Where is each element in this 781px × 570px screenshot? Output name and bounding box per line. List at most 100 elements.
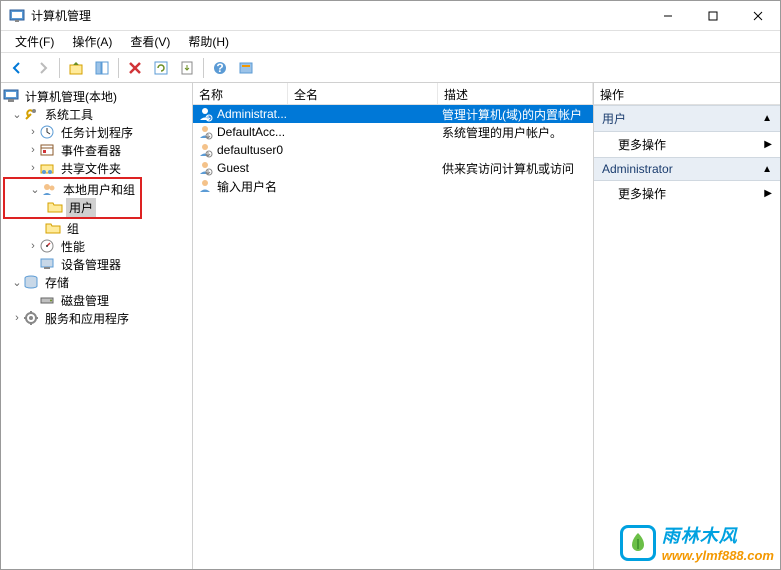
tools-icon <box>23 106 39 122</box>
list-header: 名称 全名 描述 <box>193 83 593 105</box>
col-name[interactable]: 名称 <box>193 83 288 104</box>
watermark-cn: 雨林木风 <box>662 522 774 548</box>
tree-storage[interactable]: ⌄ 存储 <box>3 273 190 291</box>
tree-label: 事件查看器 <box>58 141 124 160</box>
action-more[interactable]: 更多操作 ▶ <box>594 181 780 206</box>
tree-eventvwr[interactable]: › 事件查看器 <box>3 141 190 159</box>
expand-icon[interactable]: › <box>27 144 39 156</box>
actions-group-header[interactable]: 用户 ▲ <box>594 105 780 132</box>
tree-diskmgmt[interactable]: 磁盘管理 <box>3 291 190 309</box>
actions-header: 操作 <box>594 83 780 105</box>
actions-group-admin: Administrator ▲ 更多操作 ▶ <box>594 157 780 206</box>
watermark-text: 雨林木风 www.ylmf888.com <box>662 522 774 563</box>
users-icon <box>41 181 57 197</box>
collapse-icon: ▲ <box>762 164 772 175</box>
tree-label: 共享文件夹 <box>58 159 124 178</box>
menubar: 文件(F) 操作(A) 查看(V) 帮助(H) <box>1 31 780 53</box>
maximize-button[interactable] <box>690 1 735 31</box>
titlebar: 计算机管理 <box>1 1 780 31</box>
menu-help[interactable]: 帮助(H) <box>180 31 237 52</box>
list-body: Administrat... 管理计算机(域)的内置帐户 DefaultAcc.… <box>193 105 593 569</box>
tree-groups[interactable]: 组 <box>3 219 190 237</box>
tree-label: 服务和应用程序 <box>42 309 132 328</box>
expand-icon[interactable]: › <box>27 240 39 252</box>
tree-users[interactable]: 用户 <box>7 198 138 216</box>
tree-label: 用户 <box>66 198 96 217</box>
window-controls <box>645 1 780 31</box>
tree-label: 系统工具 <box>42 105 96 124</box>
help-button[interactable]: ? <box>208 56 232 80</box>
list-row[interactable]: 输入用户名 <box>193 177 593 195</box>
app-icon <box>9 8 25 24</box>
tree-systools[interactable]: ⌄ 系统工具 <box>3 105 190 123</box>
folder-icon <box>45 220 61 236</box>
cell-name: Administrat... <box>217 107 287 121</box>
tree-devmgr[interactable]: 设备管理器 <box>3 255 190 273</box>
shared-folder-icon <box>39 160 55 176</box>
toolbar: ? <box>1 53 780 83</box>
watermark-icon <box>620 525 656 561</box>
user-icon <box>197 124 213 140</box>
user-icon <box>197 160 213 176</box>
tree-svcapps[interactable]: › 服务和应用程序 <box>3 309 190 327</box>
minimize-button[interactable] <box>645 1 690 31</box>
expand-icon[interactable]: › <box>11 312 23 324</box>
toolbar-sep <box>118 58 119 78</box>
collapse-icon[interactable]: ⌄ <box>11 276 23 289</box>
expand-icon[interactable]: › <box>27 126 39 138</box>
cell-desc: 供来宾访问计算机或访问 <box>442 160 574 177</box>
collapse-icon: ▲ <box>762 113 772 124</box>
menu-file[interactable]: 文件(F) <box>7 31 62 52</box>
cell-desc: 系统管理的用户帐户。 <box>442 124 562 141</box>
tree-label: 任务计划程序 <box>58 123 136 142</box>
menu-action[interactable]: 操作(A) <box>64 31 120 52</box>
list-row[interactable]: DefaultAcc... 系统管理的用户帐户。 <box>193 123 593 141</box>
list-pane: 名称 全名 描述 Administrat... 管理计算机(域)的内置帐户 De… <box>193 83 594 569</box>
list-row[interactable]: Guest 供来宾访问计算机或访问 <box>193 159 593 177</box>
watermark-url: www.ylmf888.com <box>662 548 774 563</box>
menu-view[interactable]: 查看(V) <box>122 31 178 52</box>
tree-localusr[interactable]: ⌄ 本地用户和组 <box>7 180 138 198</box>
actions-pane: 操作 用户 ▲ 更多操作 ▶ Administrator ▲ 更多操作 ▶ <box>594 83 780 569</box>
tree-tasksched[interactable]: › 任务计划程序 <box>3 123 190 141</box>
computer-icon <box>3 88 19 104</box>
tree-root[interactable]: 计算机管理(本地) <box>3 87 190 105</box>
list-row[interactable]: defaultuser0 <box>193 141 593 159</box>
collapse-icon[interactable]: ⌄ <box>11 108 23 121</box>
delete-button[interactable] <box>123 56 147 80</box>
list-row[interactable]: Administrat... 管理计算机(域)的内置帐户 <box>193 105 593 123</box>
refresh-button[interactable] <box>149 56 173 80</box>
tree-perf[interactable]: › 性能 <box>3 237 190 255</box>
actions-group-header[interactable]: Administrator ▲ <box>594 157 780 181</box>
back-button[interactable] <box>5 56 29 80</box>
device-icon <box>39 256 55 272</box>
action-more[interactable]: 更多操作 ▶ <box>594 132 780 157</box>
up-button[interactable] <box>64 56 88 80</box>
tree-label: 本地用户和组 <box>60 180 138 199</box>
show-hide-button[interactable] <box>90 56 114 80</box>
forward-button[interactable] <box>31 56 55 80</box>
folder-icon <box>47 199 63 215</box>
content-area: 计算机管理(本地) ⌄ 系统工具 › 任务计划程序 › 事件查看器 › 共享文件… <box>1 83 780 569</box>
properties-button[interactable] <box>234 56 258 80</box>
toolbar-sep <box>59 58 60 78</box>
nav-tree: 计算机管理(本地) ⌄ 系统工具 › 任务计划程序 › 事件查看器 › 共享文件… <box>1 83 193 569</box>
user-icon <box>197 178 213 194</box>
tree-label: 磁盘管理 <box>58 291 112 310</box>
close-button[interactable] <box>735 1 780 31</box>
cell-name: DefaultAcc... <box>217 125 285 139</box>
chevron-right-icon: ▶ <box>764 139 772 150</box>
expand-icon[interactable]: › <box>27 162 39 174</box>
export-button[interactable] <box>175 56 199 80</box>
collapse-icon[interactable]: ⌄ <box>29 183 41 196</box>
col-desc[interactable]: 描述 <box>438 83 593 104</box>
highlight-box: ⌄ 本地用户和组 用户 <box>3 177 142 219</box>
toolbar-sep <box>203 58 204 78</box>
chevron-right-icon: ▶ <box>764 188 772 199</box>
action-label: 更多操作 <box>618 136 666 153</box>
perf-icon <box>39 238 55 254</box>
col-fullname[interactable]: 全名 <box>288 83 438 104</box>
tree-label: 设备管理器 <box>58 255 124 274</box>
cell-name: defaultuser0 <box>217 143 283 157</box>
tree-shared[interactable]: › 共享文件夹 <box>3 159 190 177</box>
